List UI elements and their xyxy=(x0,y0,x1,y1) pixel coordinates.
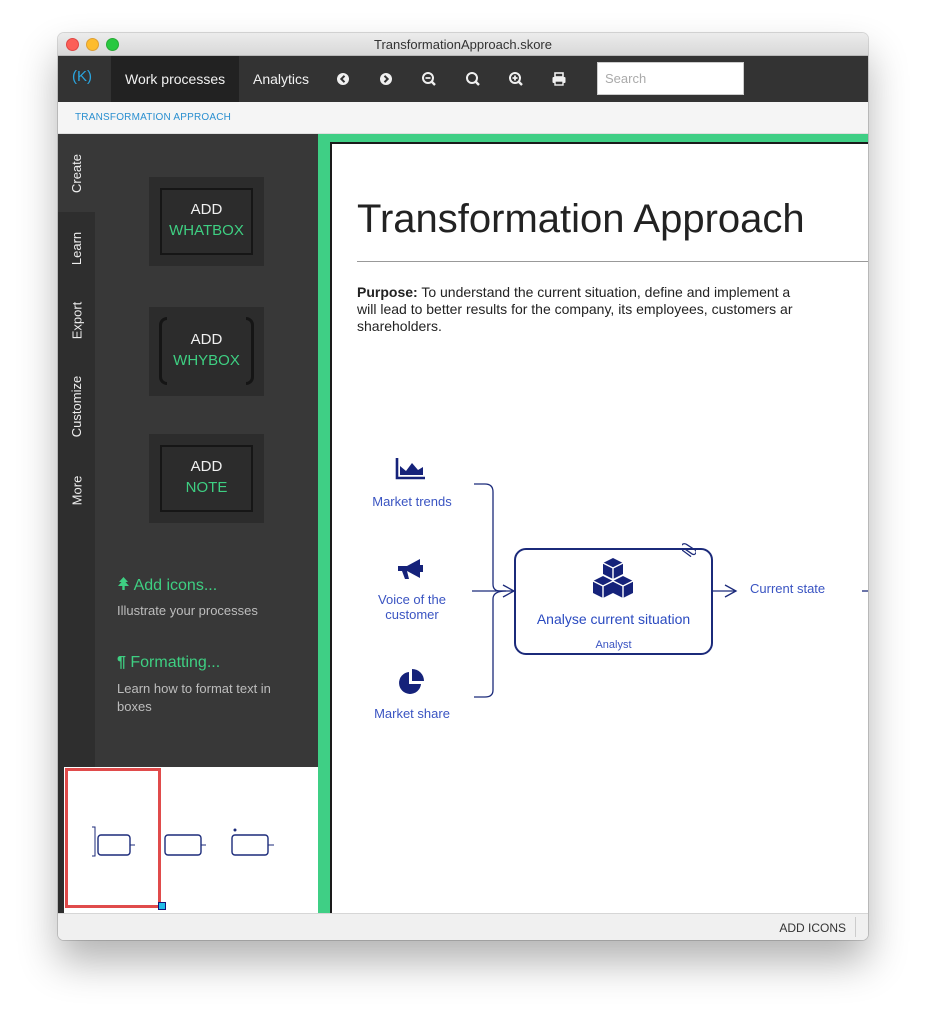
add-whatbox-line2: WHATBOX xyxy=(169,222,244,239)
zoom-reset-icon[interactable] xyxy=(463,69,483,89)
pie-chart-icon xyxy=(399,669,424,694)
add-whybox-line2: WHYBOX xyxy=(173,352,240,369)
tab-analytics[interactable]: Analytics xyxy=(239,56,323,102)
input-market-share[interactable]: Market share xyxy=(362,706,462,721)
breadcrumb[interactable]: TRANSFORMATION APPROACH xyxy=(75,112,231,123)
formatting-link[interactable]: ¶ Formatting... xyxy=(117,654,220,672)
print-icon[interactable] xyxy=(549,69,569,89)
bottom-bar: ADD ICONS xyxy=(58,913,868,940)
add-icons-title: Add icons... xyxy=(133,577,218,594)
title-bar: TransformationApproach.skore xyxy=(58,33,868,56)
add-icons-button[interactable]: ADD ICONS xyxy=(779,921,846,935)
add-note-line1: ADD xyxy=(190,458,223,475)
tab-work-processes[interactable]: Work processes xyxy=(111,56,240,102)
megaphone-icon xyxy=(398,559,423,579)
window-title: TransformationApproach.skore xyxy=(374,37,552,52)
add-whatbox-button[interactable]: ADD WHATBOX xyxy=(149,177,264,266)
close-window-button[interactable] xyxy=(66,38,79,51)
tab-customize[interactable]: Customize xyxy=(58,358,95,454)
app-window: TransformationApproach.skore (K) Work pr… xyxy=(58,33,868,940)
cubes-icon xyxy=(592,558,634,598)
app-logo[interactable]: (K) xyxy=(72,68,92,85)
zoom-in-icon[interactable] xyxy=(506,69,526,89)
zoom-out-icon[interactable] xyxy=(419,69,439,89)
forward-icon[interactable] xyxy=(376,69,396,89)
tree-icon xyxy=(118,577,129,590)
top-navigation: (K) Work processes Analytics xyxy=(58,56,868,102)
tab-export-label: Export xyxy=(69,301,85,339)
input-market-trends[interactable]: Market trends xyxy=(362,494,462,509)
minimap-viewport[interactable] xyxy=(65,768,161,908)
paperclip-icon[interactable] xyxy=(682,542,696,560)
tab-customize-label: Customize xyxy=(69,375,85,437)
tab-create[interactable]: Create xyxy=(58,134,95,212)
breadcrumb-bar: TRANSFORMATION APPROACH xyxy=(58,102,868,134)
create-panel: ADD WHATBOX ADD WHYBOX ADD NOTE Add icon… xyxy=(95,134,318,767)
add-whybox-button[interactable]: ADD WHYBOX xyxy=(149,307,264,396)
maximize-window-button[interactable] xyxy=(106,38,119,51)
add-note-line2: NOTE xyxy=(185,479,228,496)
bottom-divider xyxy=(855,917,856,937)
whybox-left-brace xyxy=(159,317,167,385)
add-icons-subtitle: Illustrate your processes xyxy=(117,603,258,618)
add-whatbox-line1: ADD xyxy=(190,201,223,218)
formatting-subtitle: Learn how to format text in boxes xyxy=(117,681,271,714)
back-icon[interactable] xyxy=(333,69,353,89)
pilcrow-icon: ¶ xyxy=(117,654,126,671)
add-whybox-line1: ADD xyxy=(190,331,223,348)
tab-more-label: More xyxy=(69,475,84,505)
whatbox-analyse-current-situation[interactable]: Analyse current situation Analyst xyxy=(514,543,713,655)
whybox-right-brace xyxy=(246,317,254,385)
process-page[interactable]: Transformation Approach Purpose: To unde… xyxy=(330,142,868,913)
formatting-title: Formatting... xyxy=(130,654,221,671)
search-input[interactable] xyxy=(597,62,744,95)
canvas-area: Transformation Approach Purpose: To unde… xyxy=(318,134,868,913)
whatbox-role: Analyst xyxy=(595,639,632,651)
tab-learn-label: Learn xyxy=(69,231,84,265)
output-current-state[interactable]: Current state xyxy=(750,581,850,596)
tab-learn[interactable]: Learn xyxy=(58,214,95,282)
process-diagram-connectors xyxy=(472,483,868,698)
tab-export[interactable]: Export xyxy=(58,284,95,356)
tab-create-label: Create xyxy=(69,153,84,193)
whatbox-title: Analyse current situation xyxy=(536,611,691,627)
minimap[interactable] xyxy=(64,767,298,913)
tab-more[interactable]: More xyxy=(58,456,95,524)
input-voice-of-customer[interactable]: Voice of the customer xyxy=(362,592,462,622)
area-chart-icon xyxy=(395,458,425,480)
add-icons-link[interactable]: Add icons... xyxy=(117,577,217,595)
add-note-button[interactable]: ADD NOTE xyxy=(149,434,264,523)
minimize-window-button[interactable] xyxy=(86,38,99,51)
minimap-resize-handle[interactable] xyxy=(158,902,166,910)
